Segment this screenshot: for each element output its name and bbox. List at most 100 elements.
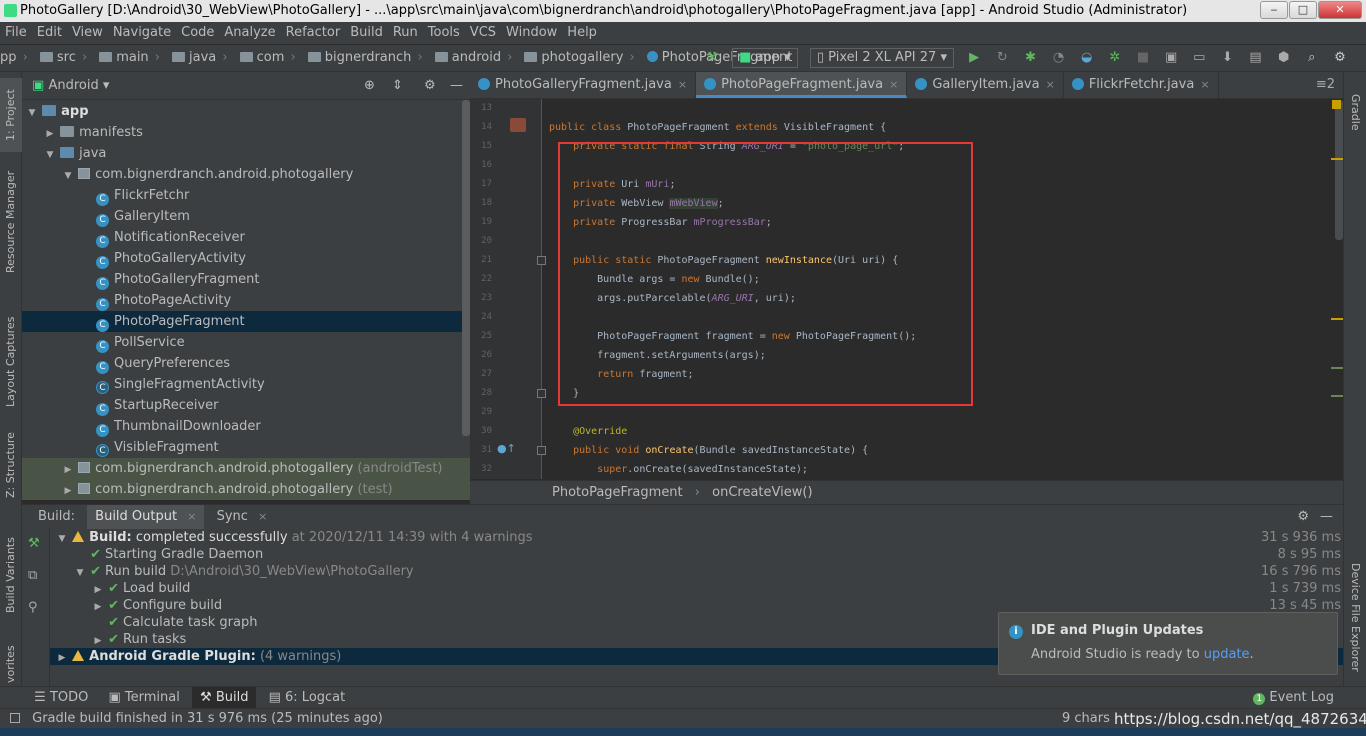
pin-icon[interactable]: ⚲ <box>28 600 38 615</box>
build-variants-tab[interactable]: Build Variants <box>0 534 22 616</box>
breadcrumb-item[interactable]: src › <box>32 45 87 71</box>
hide-icon[interactable]: — <box>450 72 463 100</box>
tab-logcat[interactable]: ▤ 6: Logcat <box>261 687 354 709</box>
tree-item[interactable]: ▶ com.bignerdranch.android.photogallery … <box>22 458 470 479</box>
collapse-icon[interactable]: ⇕ <box>392 72 403 100</box>
gear-icon[interactable]: ⚙ <box>424 72 436 100</box>
code-line[interactable]: public class PhotoPageFragment extends V… <box>549 118 886 137</box>
breadcrumb-item[interactable]: android › <box>427 45 512 71</box>
status-toggle-icon[interactable] <box>10 713 20 723</box>
editor-tab[interactable]: PhotoGalleryFragment.java × <box>470 72 697 98</box>
close-tab-icon[interactable]: × <box>1200 78 1209 91</box>
build-settings-icon[interactable]: ⚙ <box>1297 505 1309 529</box>
menu-edit[interactable]: Edit <box>32 22 67 44</box>
locate-icon[interactable]: ⊕ <box>364 72 375 100</box>
tree-item[interactable]: C PhotoPageFragment <box>22 311 470 332</box>
info-marker[interactable] <box>1331 367 1343 369</box>
crumb-class[interactable]: PhotoPageFragment <box>552 485 683 500</box>
update-link[interactable]: update <box>1204 647 1250 662</box>
menu-navigate[interactable]: Navigate <box>108 22 176 44</box>
crumb-method[interactable]: onCreateView() <box>712 485 812 500</box>
chevron-down-icon[interactable]: ▼ <box>62 166 74 187</box>
breadcrumb-item[interactable]: java › <box>164 45 228 71</box>
tree-item[interactable]: ▼ app <box>22 101 470 122</box>
stop-icon[interactable]: ■ <box>1133 49 1153 67</box>
tree-item[interactable]: ▼ java <box>22 143 470 164</box>
rebuild-icon[interactable]: ⚒ <box>28 536 40 551</box>
gradle-tab[interactable]: Gradle <box>1344 82 1366 142</box>
chevron-right-icon[interactable]: ▶ <box>44 124 56 145</box>
menu-analyze[interactable]: Analyze <box>219 22 280 44</box>
apply-changes-icon[interactable]: ↻ <box>992 49 1012 67</box>
tree-item[interactable]: C NotificationReceiver <box>22 227 470 248</box>
sync-icon[interactable]: ▣ <box>1161 49 1181 67</box>
warning-marker[interactable] <box>1331 318 1343 320</box>
menu-file[interactable]: File <box>0 22 32 44</box>
tree-item[interactable]: ▼ com.bignerdranch.android.photogallery <box>22 164 470 185</box>
breadcrumb-item[interactable]: main › <box>91 45 160 71</box>
tree-item[interactable]: ▶ manifests <box>22 122 470 143</box>
menu-code[interactable]: Code <box>176 22 219 44</box>
fold-marker-icon[interactable] <box>537 389 546 398</box>
profile-icon[interactable]: ◔ <box>1049 49 1069 67</box>
device-select[interactable]: ▯ Pixel 2 XL API 27 ▾ <box>809 47 954 68</box>
breadcrumb-item[interactable]: pp › <box>0 45 28 71</box>
tab-build[interactable]: ⚒ Build <box>192 687 257 709</box>
toggle-view-icon[interactable]: ⧉ <box>28 568 37 583</box>
code-line[interactable]: @Override <box>549 422 627 441</box>
build-tree-row[interactable]: ▶ ✔ Load build 1 s 739 ms <box>50 580 1343 597</box>
editor-tab[interactable]: FlickrFetchr.java × <box>1064 72 1219 98</box>
menu-vcs[interactable]: VCS <box>465 22 501 44</box>
avd-manager-icon[interactable]: ▭ <box>1189 49 1209 67</box>
sdk-manager-icon[interactable]: ⬇ <box>1217 49 1237 67</box>
override-gutter-icon[interactable] <box>510 118 526 132</box>
code-line[interactable]: public void onCreate(Bundle savedInstanc… <box>549 441 868 460</box>
implements-gutter-icon[interactable]: ●↑ <box>497 442 516 455</box>
debug-attach-icon[interactable]: ✲ <box>1105 49 1125 67</box>
menu-refactor[interactable]: Refactor <box>281 22 346 44</box>
tab-build-output[interactable]: Build Output × <box>87 505 205 529</box>
code-line[interactable]: super.onCreate(savedInstanceState); <box>549 460 808 479</box>
breadcrumb-item[interactable]: com › <box>232 45 296 71</box>
editor-tab[interactable]: GalleryItem.java × <box>907 72 1064 98</box>
close-tab-icon[interactable]: × <box>1046 78 1055 91</box>
chevron-down-icon[interactable]: ▼ <box>26 103 38 124</box>
event-log-button[interactable]: 1 Event Log <box>1253 687 1334 709</box>
info-marker[interactable] <box>1331 395 1343 397</box>
tree-item[interactable]: C QueryPreferences <box>22 353 470 374</box>
device-file-explorer-tab[interactable]: Device File Explorer <box>1344 552 1366 682</box>
menu-help[interactable]: Help <box>562 22 602 44</box>
chevron-right-icon[interactable]: ▶ <box>62 460 74 481</box>
tree-item[interactable]: C SingleFragmentActivity <box>22 374 470 395</box>
build-tree-row[interactable]: ▼ Build: completed successfully at 2020/… <box>50 529 1343 546</box>
structure-tab[interactable]: Z: Structure <box>0 432 22 498</box>
run-config-select[interactable]: ■ app ▾ <box>732 47 798 68</box>
tree-item[interactable]: C PollService <box>22 332 470 353</box>
menu-build[interactable]: Build <box>345 22 388 44</box>
layout-captures-tab[interactable]: Layout Captures <box>0 310 22 414</box>
project-tool-tab[interactable]: 1: Project <box>0 78 22 152</box>
maximize-button[interactable]: □ <box>1289 1 1317 19</box>
fold-marker-icon[interactable] <box>537 256 546 265</box>
chevron-right-icon[interactable]: ▶ <box>56 650 68 667</box>
close-tab-icon[interactable]: × <box>678 78 687 91</box>
editor-tab[interactable]: PhotoPageFragment.java × <box>696 72 908 98</box>
build-tree-row[interactable]: ▼ ✔ Run build D:\Android\30_WebView\Photo… <box>50 563 1343 580</box>
close-button[interactable]: ✕ <box>1318 1 1362 19</box>
tree-item[interactable]: C PhotoPageActivity <box>22 290 470 311</box>
attach-debugger-icon[interactable]: ◒ <box>1077 49 1097 67</box>
warning-marker[interactable] <box>1331 158 1343 160</box>
build-hide-icon[interactable]: — <box>1320 505 1333 529</box>
tab-todo[interactable]: ☰ TODO <box>26 687 96 709</box>
settings-icon[interactable]: ⚙ <box>1330 49 1350 67</box>
editor-scrollbar[interactable] <box>1335 100 1343 240</box>
run-icon[interactable]: ▶ <box>964 49 984 67</box>
tree-item[interactable]: C GalleryItem <box>22 206 470 227</box>
tab-terminal[interactable]: ▣ Terminal <box>101 687 188 709</box>
device-manager-icon[interactable]: ▤ <box>1246 49 1266 67</box>
fold-marker-icon[interactable] <box>537 446 546 455</box>
tree-item[interactable]: C FlickrFetchr <box>22 185 470 206</box>
menu-view[interactable]: View <box>67 22 108 44</box>
hammer-icon[interactable]: ⚒ <box>702 49 722 67</box>
tree-item[interactable]: C VisibleFragment <box>22 437 470 458</box>
